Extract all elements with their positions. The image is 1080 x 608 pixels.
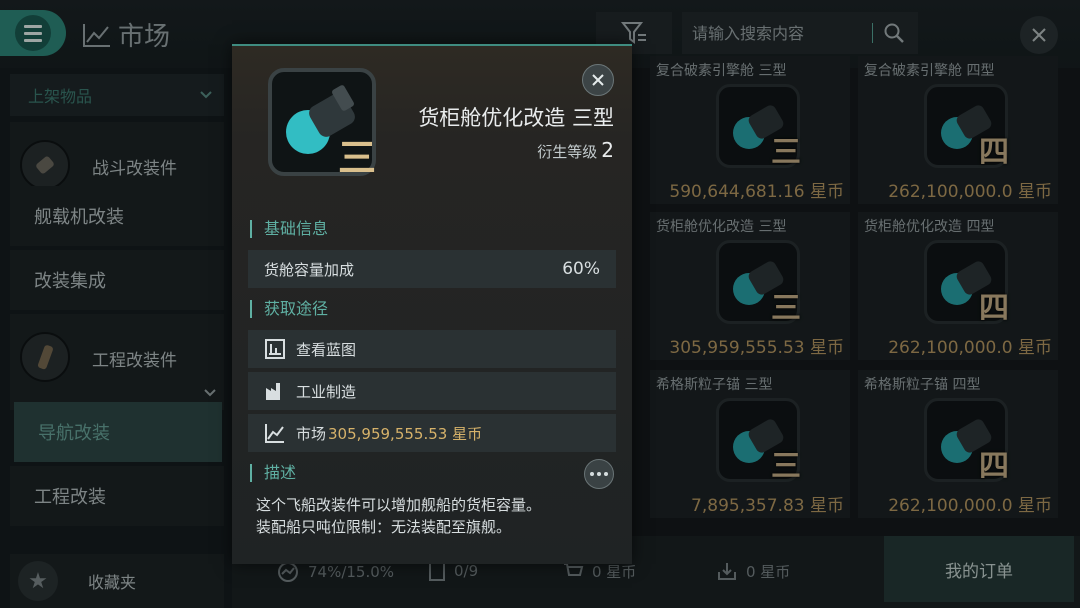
description-line: 这个飞船改装件可以增加舰船的货柜容量。 bbox=[256, 496, 542, 514]
stat-value: 60% bbox=[562, 259, 600, 279]
item-description: 这个飞船改装件可以增加舰船的货柜容量。 装配船只吨位限制：无法装配至旗舰。 bbox=[256, 494, 616, 538]
dot-icon bbox=[597, 472, 601, 476]
source-industry-row[interactable]: 工业制造 bbox=[248, 372, 616, 410]
source-industry-label: 工业制造 bbox=[296, 382, 357, 401]
level-value: 2 bbox=[601, 138, 614, 162]
source-market-price: 305,959,555.53 星币 bbox=[328, 424, 483, 443]
blueprint-icon bbox=[264, 338, 286, 360]
basic-info-heading: 基础信息 bbox=[250, 220, 328, 238]
source-heading: 获取途径 bbox=[250, 300, 328, 318]
source-market-row[interactable]: 市场 305,959,555.53 星币 bbox=[248, 414, 616, 452]
detail-item-thumbnail: 三 bbox=[268, 68, 376, 180]
close-popup-button[interactable] bbox=[582, 64, 614, 96]
stat-label: 货舱容量加成 bbox=[264, 260, 355, 279]
item-detail-popup: 三 货柜舱优化改造 三型 衍生等级 2 基础信息 货舱容量加成 60% 获取途径 … bbox=[232, 44, 632, 564]
dot-icon bbox=[604, 472, 608, 476]
more-options-button[interactable] bbox=[584, 459, 614, 489]
dot-icon bbox=[590, 472, 594, 476]
description-heading: 描述 bbox=[250, 464, 296, 482]
factory-icon bbox=[264, 380, 286, 402]
level-label: 衍生等级 bbox=[537, 143, 598, 161]
source-market-label: 市场 bbox=[296, 424, 327, 443]
line-chart-icon bbox=[264, 422, 286, 444]
stat-row: 货舱容量加成 60% bbox=[248, 250, 616, 288]
source-blueprint-label: 查看蓝图 bbox=[296, 340, 357, 359]
derivation-level: 衍生等级 2 bbox=[537, 138, 614, 162]
description-line: 装配船只吨位限制：无法装配至旗舰。 bbox=[256, 518, 512, 536]
tier-numeral: 三 bbox=[337, 136, 376, 180]
item-title: 货柜舱优化改造 三型 bbox=[418, 106, 614, 130]
close-icon bbox=[592, 74, 604, 86]
source-blueprint-row[interactable]: 查看蓝图 bbox=[248, 330, 616, 368]
